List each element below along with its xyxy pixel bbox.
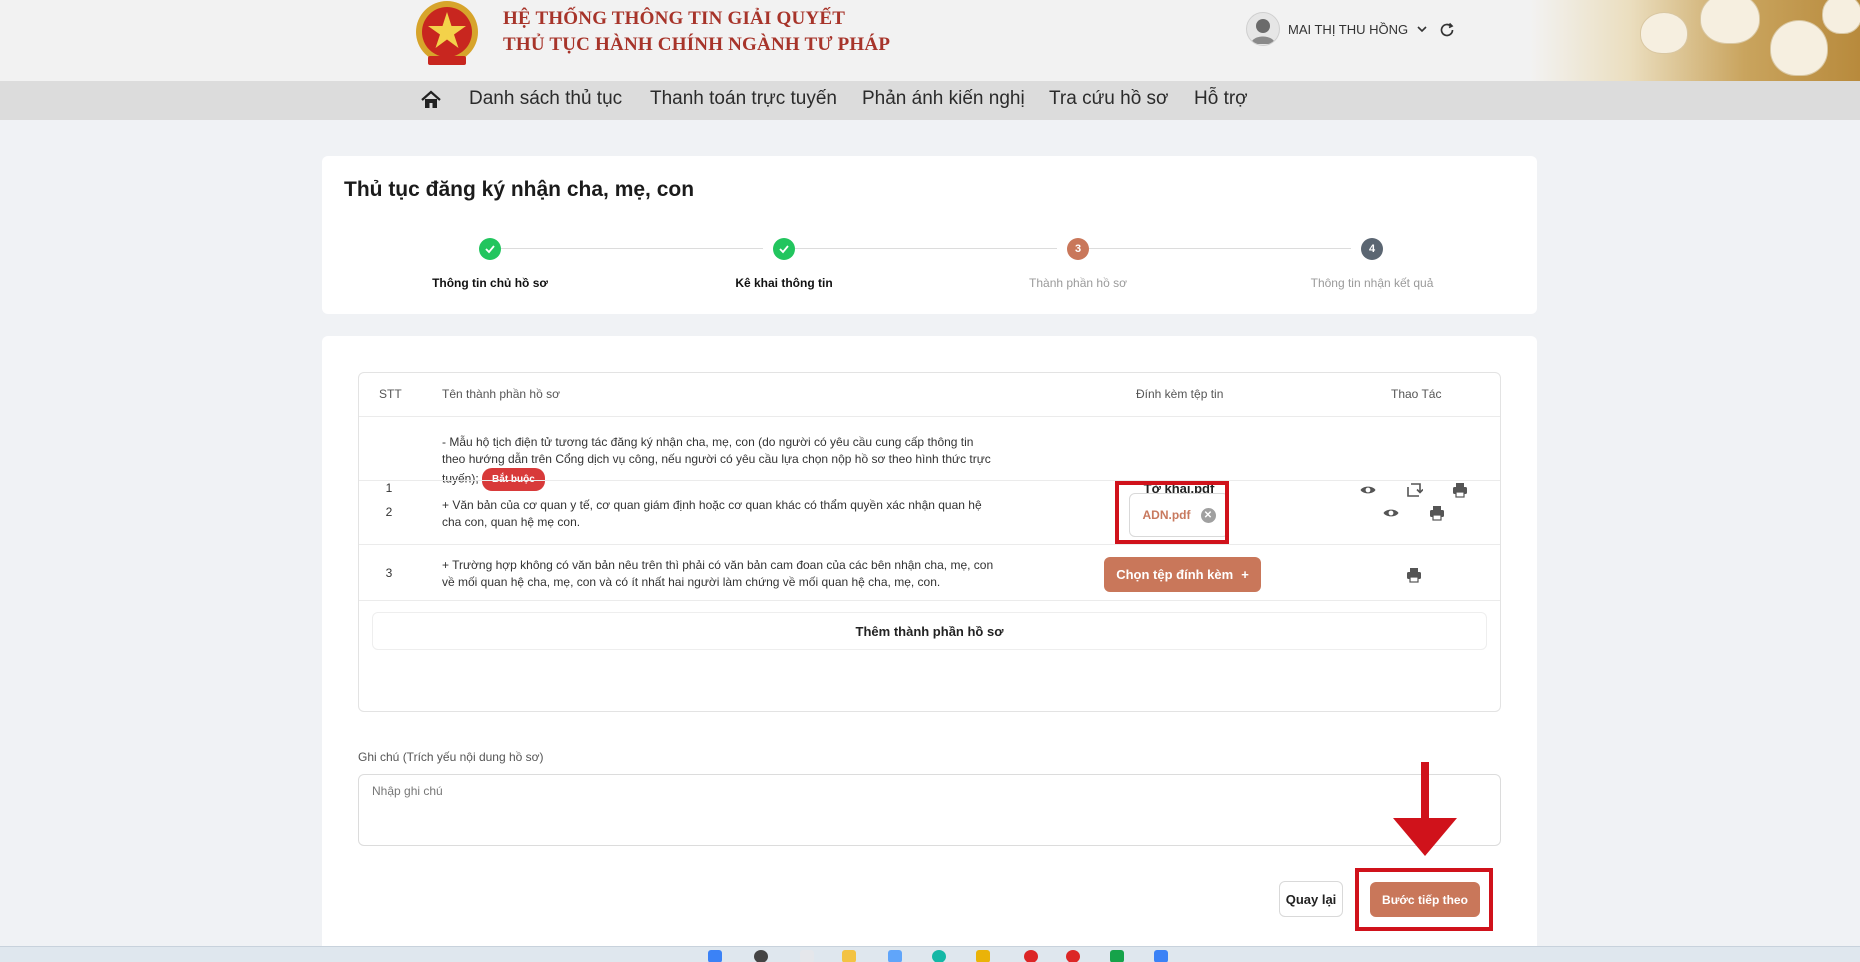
nav-item-lookup[interactable]: Tra cứu hồ sơ (1049, 88, 1169, 110)
annotation-arrow-shaft (1421, 762, 1429, 822)
nav-item-support[interactable]: Hỗ trợ (1194, 88, 1248, 110)
replace-file-icon[interactable] (1405, 481, 1423, 499)
main-nav: Danh sách thủ tục Thanh toán trực tuyến … (0, 81, 1860, 120)
user-avatar-icon (1251, 19, 1275, 44)
note-textarea[interactable] (358, 774, 1501, 846)
back-button[interactable]: Quay lại (1279, 881, 1343, 917)
procedure-header-card: Thủ tục đăng ký nhận cha, mẹ, con Thông … (322, 156, 1537, 314)
plus-icon: + (1241, 567, 1249, 582)
highlight-box (1115, 481, 1229, 544)
header-lotus-artwork (1530, 0, 1860, 81)
app-icon[interactable] (976, 950, 990, 962)
step-3-number: 3 (1067, 238, 1089, 260)
print-icon[interactable] (1405, 566, 1423, 584)
row-document-name: + Văn bản của cơ quan y tế, cơ quan giám… (442, 498, 982, 529)
step-4-label: Thông tin nhận kết quả (1310, 276, 1434, 290)
step-1-label: Thông tin chủ hồ sơ (432, 276, 548, 290)
row-stt: 3 (385, 566, 393, 580)
next-step-button[interactable]: Bước tiếp theo (1370, 882, 1480, 917)
choose-attachment-button[interactable]: Chọn tệp đính kèm + (1104, 557, 1261, 592)
step-2-check-icon (773, 238, 795, 260)
step-connector (795, 248, 1057, 249)
row-stt: 2 (385, 505, 393, 519)
user-name: MAI THỊ THU HỒNG (1288, 21, 1409, 37)
task-view-icon[interactable] (800, 950, 814, 962)
print-icon[interactable] (1428, 504, 1446, 522)
folder-icon[interactable] (842, 950, 856, 962)
chevron-down-icon (1417, 26, 1427, 33)
app-icon[interactable] (1066, 950, 1080, 962)
top-header: HỆ THỐNG THÔNG TIN GIẢI QUYẾT THỦ TỤC HÀ… (0, 0, 1860, 81)
start-icon[interactable] (708, 950, 722, 962)
spreadsheet-icon[interactable] (1110, 950, 1124, 962)
brand-title-line2: THỦ TỤC HÀNH CHÍNH NGÀNH TƯ PHÁP (503, 34, 891, 55)
documents-table: STT Tên thành phần hồ sơ Đính kèm tệp ti… (358, 372, 1501, 712)
step-connector (501, 248, 763, 249)
step-4-number: 4 (1361, 238, 1383, 260)
browser-icon[interactable] (932, 950, 946, 962)
step-connector (1089, 248, 1351, 249)
column-header-attachment: Đính kèm tệp tin (1136, 387, 1224, 401)
brand-title[interactable]: HỆ THỐNG THÔNG TIN GIẢI QUYẾT THỦ TỤC HÀ… (503, 6, 890, 58)
nav-item-procedures[interactable]: Danh sách thủ tục (469, 88, 622, 110)
app-icon[interactable] (1024, 950, 1038, 962)
app-icon[interactable] (888, 950, 902, 962)
avatar (1246, 12, 1280, 46)
search-icon[interactable] (754, 950, 768, 962)
page-title: Thủ tục đăng ký nhận cha, mẹ, con (344, 178, 695, 201)
nav-item-feedback[interactable]: Phản ánh kiến nghị (862, 88, 1025, 110)
national-emblem-icon (416, 1, 478, 65)
step-1-check-icon (479, 238, 501, 260)
home-icon[interactable] (420, 89, 442, 111)
view-icon[interactable] (1359, 481, 1377, 499)
column-header-name: Tên thành phần hồ sơ (442, 387, 560, 401)
document-icon[interactable] (1154, 950, 1168, 962)
column-header-actions: Thao Tác (1391, 387, 1442, 401)
note-label: Ghi chú (Trích yếu nội dung hồ sơ) (358, 750, 544, 764)
os-taskbar (0, 946, 1860, 962)
brand-title-line1: HỆ THỐNG THÔNG TIN GIẢI QUYẾT (503, 8, 846, 29)
column-header-stt: STT (379, 387, 402, 401)
step-2-label: Kê khai thông tin (735, 276, 833, 290)
user-menu[interactable]: MAI THỊ THU HỒNG (1246, 12, 1428, 46)
view-icon[interactable] (1382, 504, 1400, 522)
nav-item-online-payment[interactable]: Thanh toán trực tuyến (650, 88, 837, 110)
annotation-arrow-head (1393, 818, 1457, 856)
print-icon[interactable] (1451, 481, 1469, 499)
refresh-icon[interactable] (1437, 20, 1457, 40)
add-document-row-button[interactable]: Thêm thành phần hồ sơ (372, 612, 1487, 650)
step-3-label: Thành phần hồ sơ (1029, 276, 1127, 290)
documents-card: STT Tên thành phần hồ sơ Đính kèm tệp ti… (322, 336, 1537, 962)
row-stt: 1 (385, 481, 393, 495)
row-document-name: - Mẫu hộ tịch điện tử tương tác đăng ký … (442, 434, 1022, 491)
row-document-name: + Trường hợp không có văn bản nêu trên t… (442, 558, 994, 589)
